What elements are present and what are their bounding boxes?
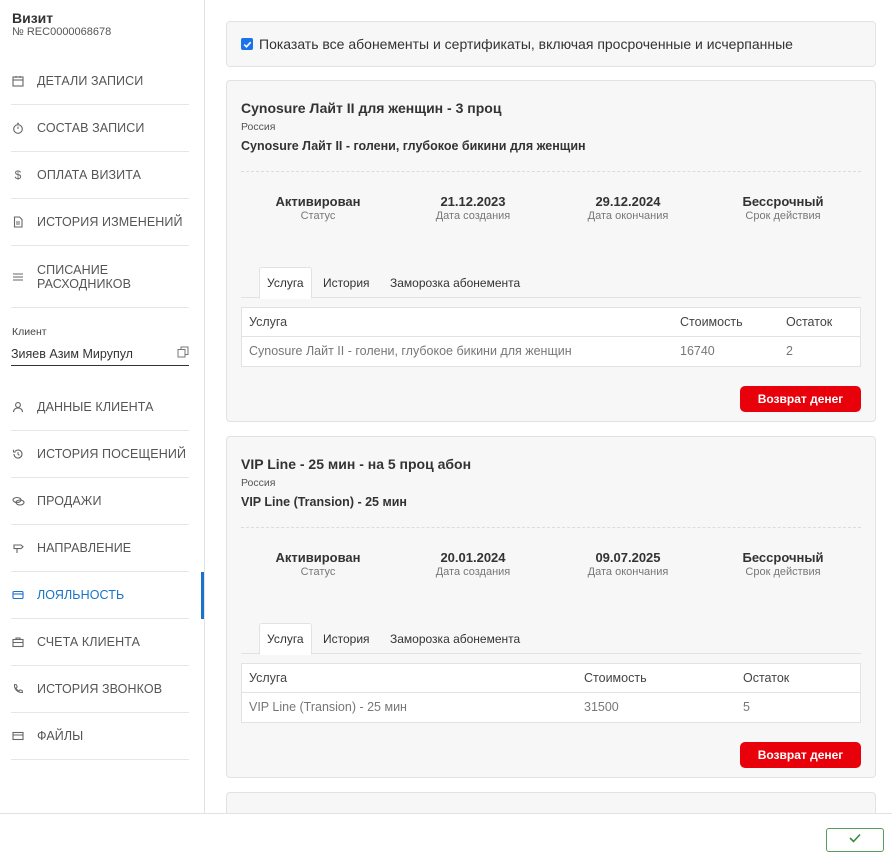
nav-item-label: ИСТОРИЯ ИЗМЕНЕНИЙ [37, 215, 183, 229]
signpost-icon [11, 541, 25, 555]
card-icon [11, 588, 25, 602]
sidebar: Визит № REC0000068678 ДЕТАЛИ ЗАПИСИ СОСТ… [0, 0, 205, 813]
stat-validity: Бессрочный Срок действия [742, 194, 824, 222]
stat-created: 21.12.2023 Дата создания [435, 194, 511, 222]
nav-item-label: ДАННЫЕ КЛИЕНТА [37, 400, 154, 414]
services-table: Услуга Стоимость Остаток VIP Line (Trans… [241, 663, 861, 723]
nav-item-consumables-writeoff[interactable]: СПИСАНИЕ РАСХОДНИКОВ [11, 246, 189, 308]
card-tabs: Услуга История Заморозка абонемента [241, 267, 861, 299]
checkbox-checked[interactable] [241, 38, 253, 50]
history-icon [11, 447, 25, 461]
checkmark-icon [848, 831, 862, 849]
phone-icon [11, 682, 25, 696]
stat-created: 20.01.2024 Дата создания [435, 550, 511, 578]
stat-status: Активирован Статус [275, 194, 361, 222]
folder-icon [11, 729, 25, 743]
visit-number: № REC0000068678 [12, 26, 112, 38]
nav-item-label: ПРОДАЖИ [37, 494, 102, 508]
nav-item-sales[interactable]: ПРОДАЖИ [11, 478, 189, 525]
document-icon [11, 215, 25, 229]
show-all-filter[interactable]: Показать все абонементы и сертификаты, в… [226, 21, 876, 67]
table-header: Услуга Стоимость Остаток [242, 664, 860, 693]
nav-item-label: ЛОЯЛЬНОСТЬ [37, 588, 125, 602]
nav-item-loyalty[interactable]: ЛОЯЛЬНОСТЬ [11, 572, 189, 619]
nav-item-record-composition[interactable]: СОСТАВ ЗАПИСИ [11, 105, 189, 152]
card-title: Cynosure Лайт II для женщин - 3 проц [241, 100, 502, 116]
table-row: Cynosure Лайт II - голени, глубокое бики… [249, 344, 793, 358]
refund-button[interactable]: Возврат денег [740, 386, 861, 412]
divider [241, 527, 861, 528]
subscription-card-partial [226, 792, 876, 813]
table-header: Услуга Стоимость Остаток [242, 308, 860, 337]
tab-freeze[interactable]: Заморозка абонемента [383, 267, 527, 298]
refund-button[interactable]: Возврат денег [740, 742, 861, 768]
active-indicator [201, 572, 204, 619]
nav-item-client-accounts[interactable]: СЧЕТА КЛИЕНТА [11, 619, 189, 666]
main-content: Показать все абонементы и сертификаты, в… [206, 0, 892, 813]
client-name: Зияев Азим Мирупул [11, 346, 133, 361]
divider [241, 171, 861, 172]
nav-item-label: СЧЕТА КЛИЕНТА [37, 635, 141, 649]
calendar-icon [11, 74, 25, 88]
dollar-icon: $ [14, 168, 22, 182]
services-table: Услуга Стоимость Остаток Cynosure Лайт I… [241, 307, 861, 367]
table-row: VIP Line (Transion) - 25 мин 31500 5 [249, 700, 750, 714]
tab-history[interactable]: История [316, 267, 377, 298]
nav-item-label: СПИСАНИЕ РАСХОДНИКОВ [37, 262, 132, 291]
cash-icon [11, 494, 25, 508]
list-icon [11, 270, 25, 284]
nav-item-visit-history[interactable]: ИСТОРИЯ ПОСЕЩЕНИЙ [11, 431, 189, 478]
subscription-card: VIP Line - 25 мин - на 5 проц абон Росси… [226, 436, 876, 778]
visit-title: Визит [12, 10, 54, 26]
tab-service[interactable]: Услуга [259, 623, 312, 655]
user-icon [11, 400, 25, 414]
card-country: Россия [241, 477, 276, 489]
nav-item-label: СОСТАВ ЗАПИСИ [37, 121, 145, 135]
copy-icon[interactable] [177, 346, 189, 361]
nav-item-label: ФАЙЛЫ [37, 729, 84, 743]
subscription-card: Cynosure Лайт II для женщин - 3 проц Рос… [226, 80, 876, 422]
nav-item-visit-payment[interactable]: $ ОПЛАТА ВИЗИТА [11, 152, 189, 199]
nav-item-call-history[interactable]: ИСТОРИЯ ЗВОНКОВ [11, 666, 189, 713]
confirm-button[interactable] [826, 828, 884, 852]
card-title: VIP Line - 25 мин - на 5 проц абон [241, 456, 472, 472]
nav-item-label: ОПЛАТА ВИЗИТА [37, 168, 142, 182]
nav-item-change-history[interactable]: ИСТОРИЯ ИЗМЕНЕНИЙ [11, 199, 189, 246]
nav-item-label: ИСТОРИЯ ЗВОНКОВ [37, 682, 163, 696]
filter-label: Показать все абонементы и сертификаты, в… [259, 36, 793, 52]
nav-item-label: НАПРАВЛЕНИЕ [37, 541, 132, 555]
nav-item-label: ИСТОРИЯ ПОСЕЩЕНИЙ [37, 447, 187, 461]
briefcase-icon [11, 635, 25, 649]
nav-item-files[interactable]: ФАЙЛЫ [11, 713, 189, 760]
tab-freeze[interactable]: Заморозка абонемента [383, 623, 527, 654]
stat-status: Активирован Статус [275, 550, 361, 578]
tab-history[interactable]: История [316, 623, 377, 654]
footer-bar [0, 813, 892, 864]
card-tabs: Услуга История Заморозка абонемента [241, 623, 861, 655]
client-field[interactable]: Зияев Азим Мирупул [11, 342, 189, 366]
client-label: Клиент [12, 326, 47, 338]
stat-end-date: 29.12.2024 Дата окончания [587, 194, 669, 222]
nav-item-label: ДЕТАЛИ ЗАПИСИ [37, 74, 144, 88]
nav-item-record-details[interactable]: ДЕТАЛИ ЗАПИСИ [11, 58, 189, 105]
stat-validity: Бессрочный Срок действия [742, 550, 824, 578]
card-country: Россия [241, 121, 276, 133]
card-subtitle: Cynosure Лайт II - голени, глубокое бики… [241, 139, 586, 153]
card-subtitle: VIP Line (Transion) - 25 мин [241, 495, 407, 509]
nav-item-client-data[interactable]: ДАННЫЕ КЛИЕНТА [11, 384, 189, 431]
nav-item-referral[interactable]: НАПРАВЛЕНИЕ [11, 525, 189, 572]
tab-service[interactable]: Услуга [259, 267, 312, 299]
stopwatch-icon [11, 121, 25, 135]
stat-end-date: 09.07.2025 Дата окончания [587, 550, 669, 578]
